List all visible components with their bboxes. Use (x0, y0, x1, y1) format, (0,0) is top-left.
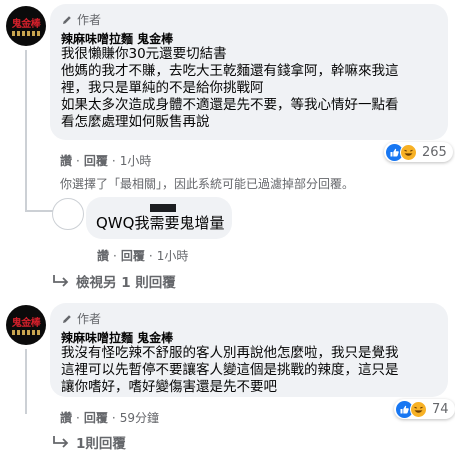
comment-line: 如果太多次造成身體不適還是先不要，等我心情好一點看 (61, 97, 399, 113)
comment-line: 我沒有怪吃辣不舒服的客人別再說他怎麼啦，我只是覺我 (61, 345, 399, 361)
reply-like-link[interactable]: 讚 (97, 247, 109, 264)
comment-bubble: 作者 辣麻味噌拉麵 鬼金棒 我沒有怪吃辣不舒服的客人別再說他怎麼啦，我只是覺我 … (50, 303, 448, 397)
avatar-logo-text: 鬼金棒 (11, 19, 41, 30)
like-link[interactable]: 讚 (60, 409, 72, 426)
author-avatar[interactable]: 鬼金棒 (6, 6, 46, 46)
reply-connector (25, 210, 53, 212)
author-badge-label: 作者 (77, 312, 102, 326)
redacted-name-bar (150, 204, 176, 212)
comment-line: 他媽的我才不賺，去吃大王乾麵還有錢拿阿，幹嘛來我這 (61, 63, 399, 79)
thread-line (25, 349, 27, 414)
replies-count-link[interactable]: 1則回覆 (52, 432, 126, 452)
author-badge: 作者 (61, 310, 101, 327)
comment-actions: 讚 · 回覆 · 1小時 (60, 152, 152, 169)
avatar-logo-text: 鬼金棒 (11, 318, 41, 329)
author-avatar[interactable]: 鬼金棒 (6, 305, 46, 345)
pencil-icon (63, 15, 71, 24)
reply-avatar[interactable] (52, 198, 84, 230)
comment-body: 我沒有怪吃辣不舒服的客人別再說他怎麼啦，我只是覺我 這裡可以先暫停不要讓客人變這… (61, 345, 446, 396)
view-more-label: 檢視另 1 則回覆 (76, 275, 176, 291)
filter-notice: 你選擇了「最相關」，因此系統可能已過濾掉部分回覆。 (60, 177, 355, 191)
avatar-logo-pattern (12, 31, 40, 36)
reply-link[interactable]: 回覆 (84, 409, 108, 426)
comment-body: 我很懶賺你30元還要切結書 他媽的我才不賺，去吃大王乾麵還有錢拿阿，幹嘛來我這 … (61, 46, 446, 131)
view-more-replies[interactable]: 檢視另 1 則回覆 (52, 271, 176, 291)
reply-actions: 讚 · 回覆 · 1小時 (97, 247, 189, 264)
reply-bubble: QWQ我需要鬼增量 (86, 197, 232, 239)
comment-author-name[interactable]: 辣麻味噌拉麵 鬼金棒 (61, 30, 173, 47)
reply-arrow-icon (53, 436, 69, 448)
author-badge: 作者 (61, 11, 101, 28)
comment-line: 讓你嗜好，嗜好變傷害還是先不要吧 (61, 379, 277, 395)
pencil-icon (63, 314, 71, 323)
comment-time[interactable]: 1小時 (120, 152, 152, 169)
reaction-count: 74 (432, 401, 449, 417)
comment-actions: 讚 · 回覆 · 59分鐘 (60, 409, 159, 426)
comment-time[interactable]: 59分鐘 (120, 409, 159, 426)
comment-line: 看怎麼處理如何販售再說 (61, 114, 210, 130)
comment-line: 裡，我只是單純的不是給你挑戰阿 (61, 80, 264, 96)
thread-line (25, 50, 27, 210)
reaction-badge[interactable]: 74 (394, 399, 455, 419)
reply-reply-link[interactable]: 回覆 (121, 247, 145, 264)
comment-line: 我很懶賺你30元還要切結書 (61, 46, 227, 62)
comment-line: 這裡可以先暫停不要讓客人變這個是挑戰的辣度，這只是 (61, 362, 399, 378)
reply-text: QWQ我需要鬼增量 (96, 214, 225, 232)
comment-bubble: 作者 辣麻味噌拉麵 鬼金棒 我很懶賺你30元還要切結書 他媽的我才不賺，去吃大王… (50, 4, 448, 140)
haha-reaction-icon (410, 400, 427, 418)
avatar-logo-pattern (12, 330, 40, 335)
reaction-count: 265 (422, 144, 447, 160)
reply-arrow-icon (53, 275, 69, 287)
author-badge-label: 作者 (77, 13, 102, 27)
reply-time[interactable]: 1小時 (157, 247, 189, 264)
reply-link[interactable]: 回覆 (84, 152, 108, 169)
haha-reaction-icon (400, 143, 417, 161)
like-link[interactable]: 讚 (60, 152, 72, 169)
reaction-badge[interactable]: 265 (384, 142, 453, 162)
replies-count-label: 1則回覆 (76, 436, 126, 452)
comment-author-name[interactable]: 辣麻味噌拉麵 鬼金棒 (61, 329, 173, 346)
